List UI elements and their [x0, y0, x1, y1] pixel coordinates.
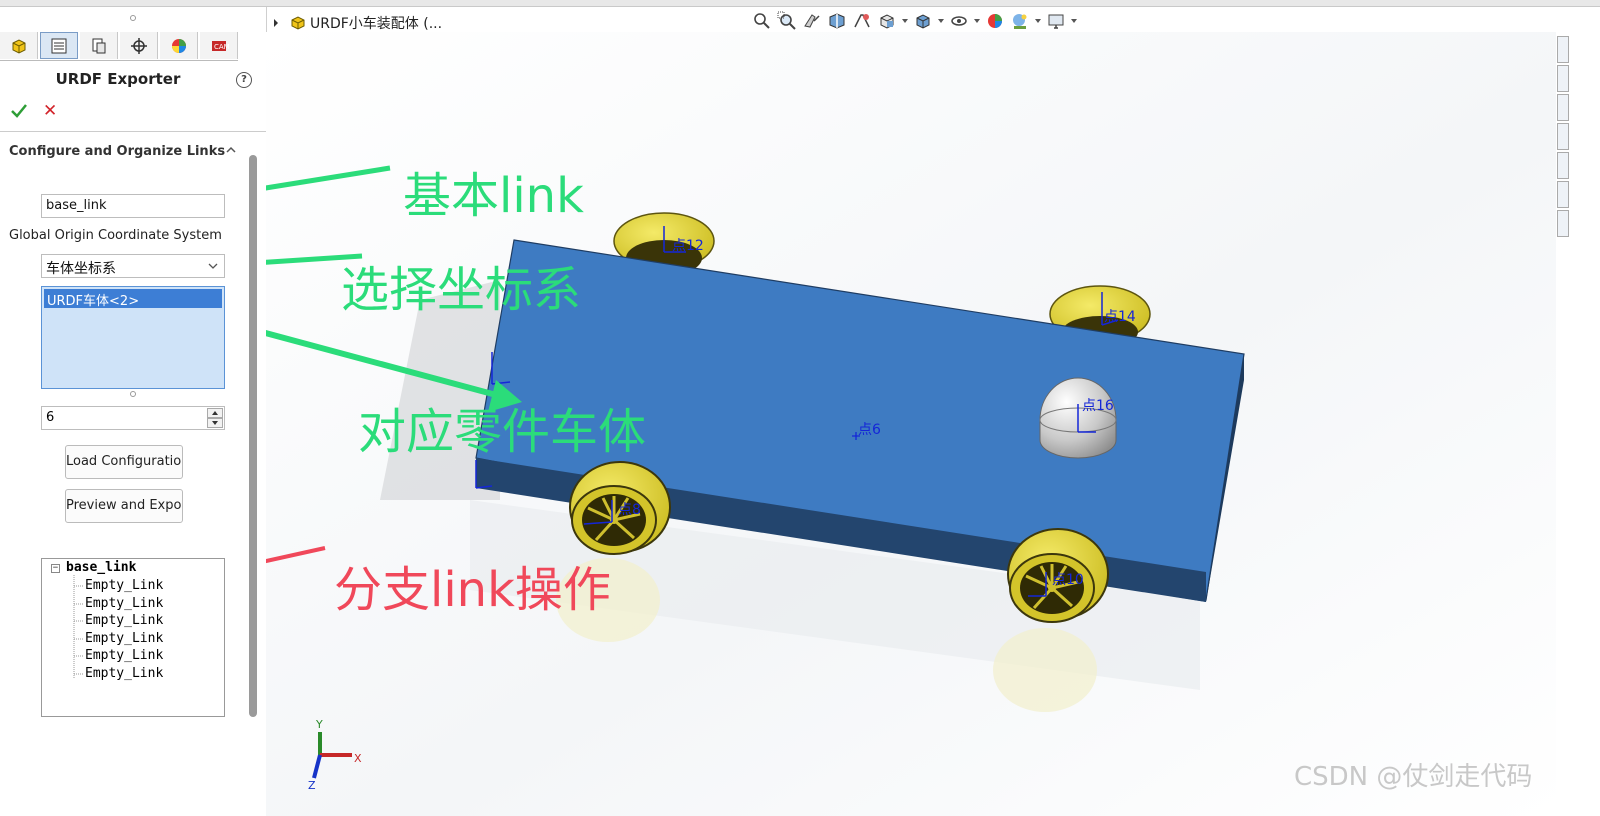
child-count-stepper[interactable]: 6 [41, 406, 225, 430]
tree-child-node[interactable]: Empty_Link [85, 578, 163, 593]
task-pane-home-tab[interactable] [1557, 65, 1569, 92]
point-label[interactable]: 点12 [672, 238, 704, 254]
triangle-down-icon [212, 421, 218, 425]
view-settings-icon[interactable] [1046, 11, 1066, 31]
annotation-car-body-part: 对应零件车体 [358, 404, 647, 460]
tree-root-node[interactable]: base_link [66, 560, 136, 575]
coordinate-system-value: 车体坐标系 [46, 261, 116, 277]
triad-x-label: X [354, 752, 362, 765]
spin-down-button[interactable] [207, 418, 223, 428]
task-pane-library-tab[interactable] [1557, 94, 1569, 121]
panel-top-strip [0, 0, 266, 7]
svg-text:CAM: CAM [214, 43, 229, 51]
view-orientation-icon[interactable] [877, 11, 897, 31]
link-tree[interactable]: − base_link Empty_Link Empty_Link Empty_… [41, 558, 225, 717]
dim-xpert-tab[interactable] [120, 32, 158, 59]
annotation-base-link: 基本link [403, 168, 584, 224]
help-icon[interactable]: ? [236, 72, 252, 88]
load-configuration-button[interactable]: Load Configuration.. [65, 445, 183, 479]
property-list-icon [51, 38, 67, 53]
coordinate-system-select[interactable]: 车体坐标系 [41, 254, 225, 278]
task-pane-explorer-tab[interactable] [1557, 123, 1569, 150]
assembly-icon [291, 16, 305, 30]
task-pane-palette-tab[interactable] [1557, 152, 1569, 179]
panel-resize-grip[interactable] [130, 15, 136, 21]
apply-scene-icon[interactable] [1010, 11, 1030, 31]
triad-y-label: Y [315, 718, 323, 731]
point-label[interactable]: 点8 [618, 502, 641, 518]
panel-scrollbar[interactable] [249, 155, 257, 717]
selected-components-list[interactable]: URDF车体<2> [41, 286, 225, 389]
ok-checkmark-icon[interactable] [10, 102, 28, 120]
crosshair-icon [130, 37, 147, 54]
point-label[interactable]: 点14 [1104, 309, 1136, 325]
task-pane-appearance-tab[interactable] [1557, 181, 1569, 208]
document-tab-strip [266, 0, 1600, 7]
hide-show-items-icon[interactable] [949, 11, 969, 31]
caret-down-icon[interactable] [1071, 19, 1077, 23]
cam-tab[interactable]: CAM [200, 32, 238, 59]
triad-z-label: Z [308, 779, 316, 792]
edit-appearance-icon[interactable] [985, 11, 1005, 31]
color-wheel-icon [171, 38, 186, 53]
annotation-coordinate-system: 选择坐标系 [341, 262, 582, 318]
property-manager-tab[interactable] [40, 32, 78, 59]
caret-down-icon[interactable] [974, 19, 980, 23]
tree-connector-lines [73, 575, 83, 678]
tree-child-node[interactable]: Empty_Link [85, 596, 163, 611]
zoom-to-area-icon[interactable] [777, 11, 797, 31]
tree-child-node[interactable]: Empty_Link [85, 631, 163, 646]
point-label[interactable]: 点6 [858, 422, 881, 438]
chevron-up-icon[interactable] [225, 144, 237, 156]
point-label[interactable]: 点10 [1052, 572, 1084, 588]
chevron-down-icon [208, 263, 218, 269]
feature-manager-tab[interactable] [0, 32, 38, 59]
previous-view-icon[interactable] [802, 11, 822, 31]
heads-up-view-toolbar [752, 10, 1077, 32]
caret-down-icon[interactable] [938, 19, 944, 23]
section-title: Configure and Organize Links [9, 144, 226, 159]
breadcrumb[interactable]: URDF小车装配体 (... [272, 12, 442, 34]
expand-arrow-icon[interactable] [272, 18, 280, 28]
assembly-icon [12, 38, 25, 54]
caret-down-icon[interactable] [1035, 19, 1041, 23]
preview-export-button[interactable]: Preview and Export.. [65, 489, 183, 523]
configuration-icon [92, 38, 105, 53]
display-manager-tab[interactable] [160, 32, 198, 59]
section-divider [0, 131, 266, 132]
link-name-field[interactable]: base_link [41, 194, 225, 218]
list-resize-grip[interactable] [130, 391, 136, 397]
configuration-manager-tab[interactable] [80, 32, 118, 59]
dynamic-annotation-icon[interactable] [852, 11, 872, 31]
document-title: URDF小车装配体 (... [310, 16, 443, 32]
child-count-value: 6 [46, 410, 55, 425]
annotation-branch-link: 分支link操作 [334, 562, 611, 618]
property-manager-panel: CAM URDF Exporter ? ✕ Configure and Orga… [0, 0, 267, 816]
cancel-x-icon[interactable]: ✕ [43, 102, 59, 120]
manager-tab-bar: CAM [0, 32, 238, 61]
spin-up-button[interactable] [207, 408, 223, 418]
wheel-reflection [993, 628, 1097, 712]
selected-component-item[interactable]: URDF车体<2> [44, 289, 222, 309]
caret-down-icon[interactable] [902, 19, 908, 23]
origin-label: Global Origin Coordinate System [9, 228, 222, 243]
zoom-to-fit-icon[interactable] [752, 11, 772, 31]
task-pane-resources-tab[interactable] [1557, 36, 1569, 63]
task-pane-properties-tab[interactable] [1557, 210, 1569, 237]
panel-title: URDF Exporter [55, 70, 181, 88]
tree-collapse-toggle[interactable]: − [51, 564, 60, 573]
display-style-icon[interactable] [913, 11, 933, 31]
tree-child-node[interactable]: Empty_Link [85, 613, 163, 628]
section-view-icon[interactable] [827, 11, 847, 31]
watermark: CSDN @仗剑走代码 [1294, 762, 1533, 792]
triangle-up-icon [212, 411, 218, 415]
cam-icon: CAM [211, 40, 229, 51]
tree-child-node[interactable]: Empty_Link [85, 648, 163, 663]
point-label[interactable]: 点16 [1082, 398, 1114, 414]
task-pane-tabs [1557, 36, 1569, 239]
tree-child-node[interactable]: Empty_Link [85, 666, 163, 681]
